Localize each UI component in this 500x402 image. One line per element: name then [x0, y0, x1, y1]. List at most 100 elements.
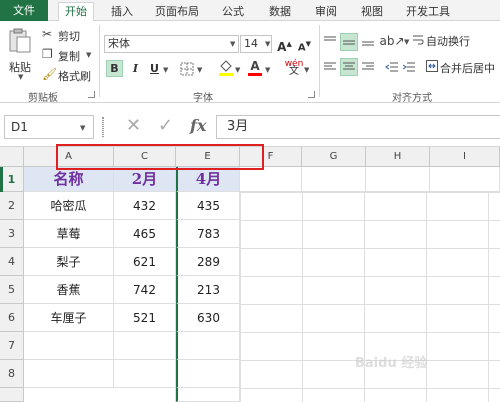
align-bottom-button[interactable]: [360, 33, 376, 49]
font-color-dropdown-icon[interactable]: ▼: [265, 66, 270, 74]
italic-button[interactable]: I: [127, 60, 144, 77]
cell-e3[interactable]: 783: [176, 220, 240, 248]
cell-c1[interactable]: 2月: [114, 167, 176, 192]
empty-cells-row-9[interactable]: [24, 388, 176, 402]
copy-dropdown-icon[interactable]: ▼: [86, 51, 91, 59]
cell-c6[interactable]: 521: [114, 304, 176, 332]
grow-font-button[interactable]: A▲: [276, 36, 293, 54]
column-header-h[interactable]: H: [366, 147, 430, 167]
cell-c7[interactable]: [114, 332, 176, 360]
cell-g1[interactable]: [302, 167, 366, 192]
align-top-button[interactable]: [322, 33, 338, 49]
row-header-2[interactable]: 2: [0, 192, 24, 220]
cell-i1[interactable]: [430, 167, 500, 192]
tab-page-layout[interactable]: 页面布局: [155, 3, 199, 19]
orientation-button[interactable]: ab↗: [379, 32, 404, 50]
format-painter-button[interactable]: 格式刷: [58, 68, 91, 84]
cell-c8[interactable]: [114, 360, 176, 388]
align-middle-button[interactable]: [340, 33, 358, 51]
column-header-e[interactable]: E: [176, 147, 240, 167]
cell-a6[interactable]: 车厘子: [24, 304, 114, 332]
merge-center-button[interactable]: 合并后居中: [440, 60, 495, 76]
font-family-dropdown-icon[interactable]: ▼: [230, 40, 235, 48]
phonetic-dropdown-icon[interactable]: ▼: [304, 66, 309, 74]
row-header-3[interactable]: 3: [0, 220, 24, 248]
decrease-indent-button[interactable]: [384, 59, 400, 75]
formula-input[interactable]: 3月: [216, 115, 500, 139]
tab-formulas[interactable]: 公式: [222, 3, 244, 19]
select-all-corner[interactable]: [0, 147, 24, 167]
bold-button[interactable]: B: [106, 60, 123, 77]
increase-indent-button[interactable]: [401, 59, 417, 75]
cell-a8[interactable]: [24, 360, 114, 388]
row-header-5[interactable]: 5: [0, 276, 24, 304]
clipboard-launcher-icon[interactable]: [88, 91, 95, 98]
formula-bar-grip[interactable]: [102, 117, 104, 137]
cell-c4[interactable]: 621: [114, 248, 176, 276]
column-header-i[interactable]: I: [430, 147, 500, 167]
borders-dropdown-icon[interactable]: ▼: [197, 66, 202, 74]
align-right-button[interactable]: [360, 59, 376, 75]
ribbon-separator: [99, 25, 100, 97]
column-header-f[interactable]: F: [240, 147, 302, 167]
cell-c5[interactable]: 742: [114, 276, 176, 304]
shrink-font-button[interactable]: A▼: [296, 36, 313, 53]
cell-c3[interactable]: 465: [114, 220, 176, 248]
font-family-select[interactable]: 宋体: [104, 35, 239, 53]
tab-review[interactable]: 审阅: [315, 3, 337, 19]
cell-e5[interactable]: 213: [176, 276, 240, 304]
align-center-button[interactable]: [340, 58, 358, 76]
font-size-dropdown-icon[interactable]: ▼: [265, 40, 270, 48]
tab-developer[interactable]: 开发工具: [406, 3, 450, 19]
tab-home[interactable]: 开始: [58, 2, 94, 22]
cell-e6[interactable]: 630: [176, 304, 240, 332]
fill-color-button[interactable]: [218, 59, 234, 77]
cell-a3[interactable]: 草莓: [24, 220, 114, 248]
row-header-4[interactable]: 4: [0, 248, 24, 276]
wrap-text-button[interactable]: 自动换行: [426, 33, 470, 49]
column-header-g[interactable]: G: [302, 147, 366, 167]
paste-button[interactable]: 粘贴 ▼: [6, 27, 34, 81]
cell-c2[interactable]: 432: [114, 192, 176, 220]
paste-dropdown-icon[interactable]: ▼: [18, 73, 23, 81]
cell-e7[interactable]: [176, 332, 240, 360]
column-header-c[interactable]: C: [114, 147, 176, 167]
cancel-icon[interactable]: ✕: [126, 115, 141, 136]
row-header-8[interactable]: 8: [0, 360, 24, 388]
cell-e9[interactable]: [176, 388, 240, 402]
cell-e1[interactable]: 4月: [176, 167, 240, 192]
phonetic-button[interactable]: wén 文: [284, 59, 304, 77]
tab-file[interactable]: 文件: [0, 0, 48, 21]
check-icon[interactable]: ✓: [158, 115, 173, 136]
font-launcher-icon[interactable]: [308, 91, 315, 98]
underline-button[interactable]: U: [146, 60, 163, 77]
fill-color-dropdown-icon[interactable]: ▼: [235, 66, 240, 74]
cell-a5[interactable]: 香蕉: [24, 276, 114, 304]
cell-e4[interactable]: 289: [176, 248, 240, 276]
row-header-7[interactable]: 7: [0, 332, 24, 360]
cell-e8[interactable]: [176, 360, 240, 388]
cell-a7[interactable]: [24, 332, 114, 360]
copy-button[interactable]: 复制: [58, 48, 80, 64]
cut-button[interactable]: 剪切: [58, 28, 80, 44]
tab-insert[interactable]: 插入: [111, 3, 133, 19]
column-header-a[interactable]: A: [24, 147, 114, 167]
cell-f1[interactable]: [240, 167, 302, 192]
tab-data[interactable]: 数据: [269, 3, 291, 19]
cell-a4[interactable]: 梨子: [24, 248, 114, 276]
insert-function-icon[interactable]: fx: [190, 116, 206, 135]
borders-button[interactable]: [179, 61, 195, 77]
name-box-dropdown-icon[interactable]: ▼: [80, 124, 85, 132]
cell-a1[interactable]: 名称: [24, 167, 114, 192]
cell-a2[interactable]: 哈密瓜: [24, 192, 114, 220]
underline-dropdown-icon[interactable]: ▼: [163, 66, 168, 74]
orientation-dropdown-icon[interactable]: ▼: [404, 38, 409, 46]
font-color-button[interactable]: A: [247, 58, 263, 77]
align-left-button[interactable]: [322, 59, 338, 75]
tab-view[interactable]: 视图: [361, 3, 383, 19]
cell-h1[interactable]: [366, 167, 430, 192]
row-header-1[interactable]: 1: [0, 167, 24, 192]
row-header-9[interactable]: [0, 388, 24, 402]
row-header-6[interactable]: 6: [0, 304, 24, 332]
cell-e2[interactable]: 435: [176, 192, 240, 220]
